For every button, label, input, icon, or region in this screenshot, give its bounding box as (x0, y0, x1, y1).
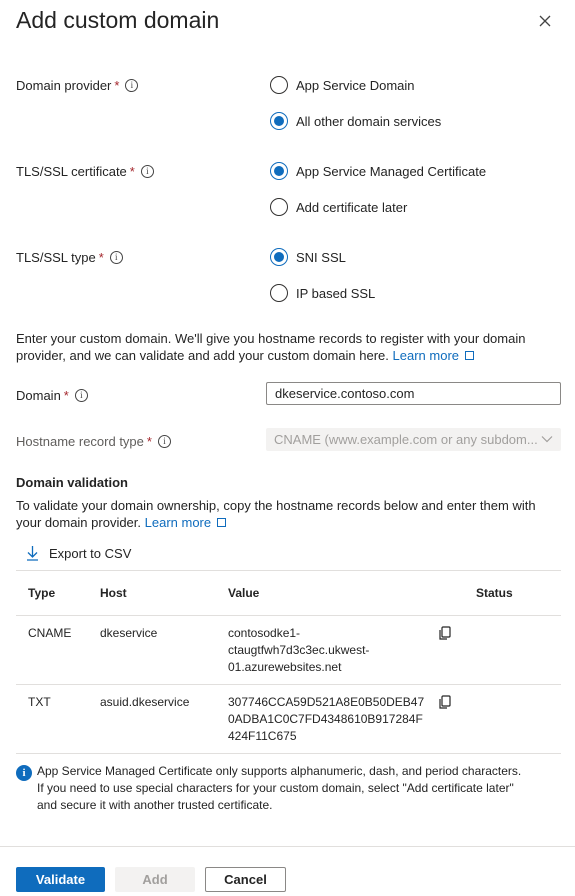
domain-input[interactable] (266, 382, 561, 405)
cancel-button[interactable]: Cancel (205, 867, 286, 892)
radio-ip-based-ssl[interactable]: IP based SSL (270, 284, 375, 302)
radio-circle (270, 76, 288, 94)
column-header-value: Value (216, 570, 426, 616)
column-header-host: Host (88, 570, 216, 616)
radio-circle (270, 112, 288, 130)
info-icon[interactable]: i (157, 435, 171, 448)
cell-host: dkeservice (88, 615, 216, 685)
info-icon[interactable]: i (109, 251, 123, 264)
table-row: TXT asuid.dkeservice 307746CCA59D521A8E0… (16, 684, 561, 754)
radio-circle (270, 198, 288, 216)
table-header-row: Type Host Value Status (16, 570, 561, 616)
certificate-info-note: i App Service Managed Certificate only s… (16, 763, 561, 814)
radio-add-certificate-later[interactable]: Add certificate later (270, 198, 407, 216)
cell-value[interactable]: contosodke1- ctaugtfwh7d3c3ec.ukwest- 01… (216, 615, 426, 685)
download-icon (27, 546, 38, 561)
radio-circle (270, 284, 288, 302)
add-button: Add (115, 867, 195, 892)
domain-validation-heading: Domain validation (16, 475, 128, 490)
learn-more-link[interactable]: Learn more (393, 348, 459, 363)
panel-title: Add custom domain (16, 7, 220, 33)
cell-status (464, 684, 561, 754)
radio-app-service-managed-certificate[interactable]: App Service Managed Certificate (270, 162, 486, 180)
copy-icon[interactable] (438, 626, 452, 640)
close-icon[interactable] (536, 12, 554, 30)
radio-all-other-domain-services[interactable]: All other domain services (270, 112, 441, 130)
cell-value[interactable]: 307746CCA59D521A8E0B50DEB47 0ADBA1C0C7FD… (216, 684, 426, 754)
validation-text: To validate your domain ownership, copy … (16, 498, 536, 530)
cell-type: TXT (16, 684, 88, 754)
radio-circle (270, 162, 288, 180)
validate-button[interactable]: Validate (16, 867, 105, 892)
tls-certificate-label: TLS/SSL certificate * i (16, 164, 154, 179)
cell-status (464, 615, 561, 685)
chevron-down-icon (541, 436, 553, 443)
external-link-icon (217, 518, 227, 527)
cell-host: asuid.dkeservice (88, 684, 216, 754)
external-link-icon (465, 351, 475, 360)
info-icon[interactable]: i (125, 79, 139, 92)
domain-provider-label: Domain provider * i (16, 78, 139, 93)
export-csv-button[interactable]: Export to CSV (26, 545, 131, 561)
copy-icon[interactable] (438, 695, 452, 709)
info-icon[interactable]: i (140, 165, 154, 178)
footer-divider (0, 846, 575, 847)
info-icon[interactable]: i (74, 389, 88, 402)
radio-app-service-domain[interactable]: App Service Domain (270, 76, 415, 94)
cell-type: CNAME (16, 615, 88, 685)
tls-type-label: TLS/SSL type * i (16, 250, 123, 265)
info-icon: i (16, 765, 32, 781)
column-header-status: Status (464, 570, 561, 616)
hostname-records-table: Type Host Value Status CNAME dkeservice … (16, 570, 561, 754)
intro-text: Enter your custom domain. We'll give you… (16, 331, 526, 363)
hostname-record-type-label: Hostname record type * i (16, 434, 171, 449)
hostname-record-type-select: CNAME (www.example.com or any subdom... (266, 428, 561, 451)
radio-circle (270, 248, 288, 266)
domain-label: Domain * i (16, 388, 88, 403)
column-header-type: Type (16, 570, 88, 616)
radio-sni-ssl[interactable]: SNI SSL (270, 248, 346, 266)
table-row: CNAME dkeservice contosodke1- ctaugtfwh7… (16, 615, 561, 685)
learn-more-link[interactable]: Learn more (145, 515, 211, 530)
